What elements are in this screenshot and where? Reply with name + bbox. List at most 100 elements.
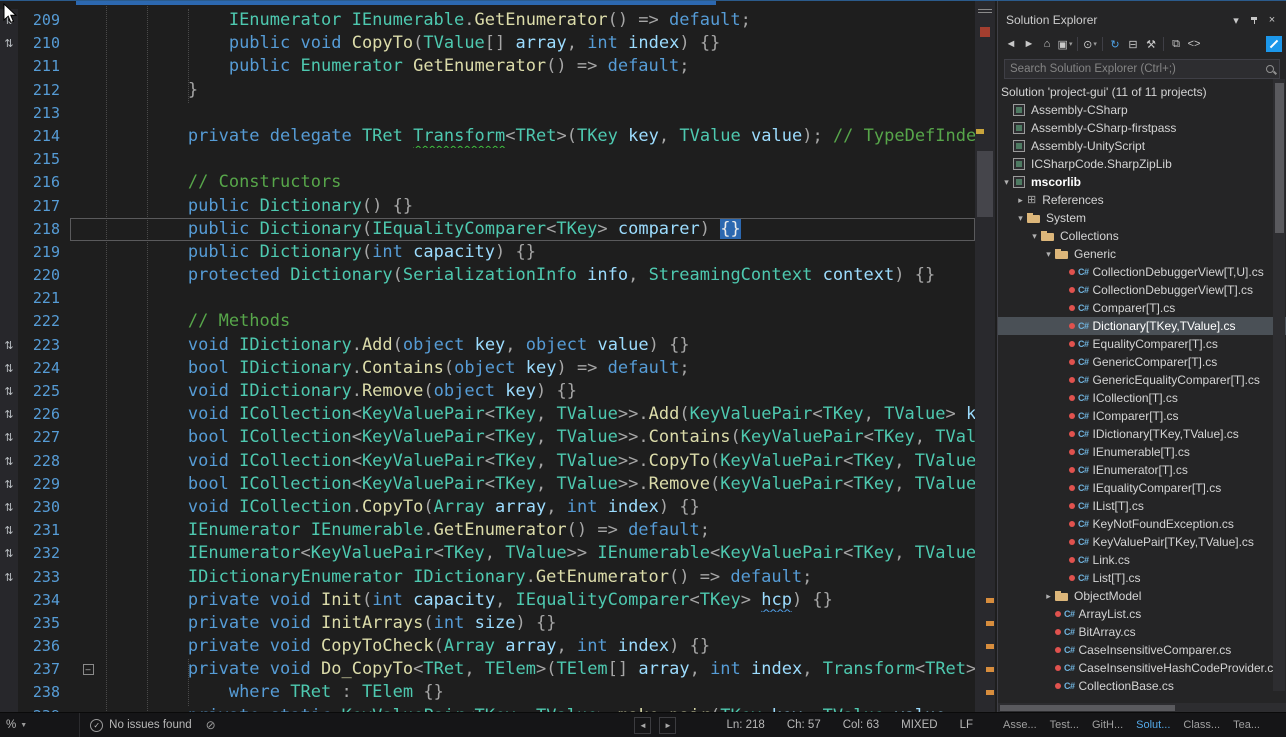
code-line[interactable]: ⇅233 IDictionaryEnumerator IDictionary.G… <box>0 566 997 589</box>
code-line[interactable]: ⇅228 void ICollection<KeyValuePair<TKey,… <box>0 450 997 473</box>
breakpoint-margin[interactable] <box>0 264 18 287</box>
implementation-marker-icon[interactable]: ⇅ <box>0 334 18 357</box>
line-number[interactable]: 222 <box>18 310 70 333</box>
code-line[interactable]: 236 private void CopyToCheck(Array array… <box>0 635 997 658</box>
line-number[interactable]: 232 <box>18 542 70 565</box>
properties-button[interactable]: ⚒ <box>1142 35 1160 53</box>
code-line[interactable]: ⇅230 void ICollection.CopyTo(Array array… <box>0 496 997 519</box>
tree-item[interactable]: C#GenericComparer[T].cs <box>998 353 1286 371</box>
tree-item[interactable]: C#IEnumerable[T].cs <box>998 443 1286 461</box>
navigate-forward-button[interactable]: ► <box>659 717 676 734</box>
panel-tab-gith[interactable]: GitH... <box>1092 719 1123 731</box>
tree-item[interactable]: C#KeyValuePair[TKey,TValue].cs <box>998 533 1286 551</box>
view-code-button[interactable]: <> <box>1185 35 1203 53</box>
code-line[interactable]: ⇅227 bool ICollection<KeyValuePair<TKey,… <box>0 426 997 449</box>
code-line[interactable]: ⇅224 bool IDictionary.Contains(object ke… <box>0 357 997 380</box>
sync-with-active-document-button[interactable]: ▣▾ <box>1056 35 1074 53</box>
tree-vertical-scrollbar-thumb[interactable] <box>1275 83 1284 233</box>
column-indicator[interactable]: Col: 63 <box>843 719 879 731</box>
folding-margin[interactable] <box>70 612 106 635</box>
collapse-all-button[interactable]: ⊟ <box>1124 35 1142 53</box>
line-indicator[interactable]: Ln: 218 <box>726 719 764 731</box>
line-number[interactable]: 238 <box>18 681 70 704</box>
search-input[interactable] <box>1010 63 1266 75</box>
folding-margin[interactable] <box>70 426 106 449</box>
forward-button[interactable]: ► <box>1020 35 1038 53</box>
line-number[interactable]: 215 <box>18 148 70 171</box>
folding-margin[interactable] <box>70 473 106 496</box>
code-line[interactable]: 214 private delegate TRet Transform<TRet… <box>0 125 997 148</box>
tree-item[interactable]: C#GenericEqualityComparer[T].cs <box>998 371 1286 389</box>
editor-scrollbar-thumb[interactable] <box>977 151 993 217</box>
code-line[interactable]: ⇅223 void IDictionary.Add(object key, ob… <box>0 334 997 357</box>
line-number[interactable]: 217 <box>18 195 70 218</box>
tree-item[interactable]: ▸⊞References <box>998 191 1286 209</box>
folding-margin[interactable] <box>70 102 106 125</box>
folding-margin[interactable] <box>70 9 106 32</box>
tree-item[interactable]: C#CollectionBase.cs <box>998 677 1286 695</box>
folding-margin[interactable] <box>70 148 106 171</box>
implementation-marker-icon[interactable]: ⇅ <box>0 380 18 403</box>
breakpoint-margin[interactable] <box>0 218 18 241</box>
folding-margin[interactable] <box>70 32 106 55</box>
char-indicator[interactable]: Ch: 57 <box>787 719 821 731</box>
close-icon[interactable]: × <box>1264 12 1280 28</box>
implementation-marker-icon[interactable]: ⇅ <box>0 542 18 565</box>
line-number[interactable]: 228 <box>18 450 70 473</box>
tree-item[interactable]: ▾Collections <box>998 227 1286 245</box>
expander-icon[interactable]: ▸ <box>1042 591 1055 602</box>
line-number[interactable]: 233 <box>18 566 70 589</box>
line-number[interactable]: 225 <box>18 380 70 403</box>
implementation-marker-icon[interactable]: ⇅ <box>0 450 18 473</box>
code-editor[interactable]: ⇅209 IEnumerator IEnumerable.GetEnumerat… <box>0 1 997 712</box>
line-number[interactable]: 235 <box>18 612 70 635</box>
tree-item[interactable]: C#CollectionDebuggerView[T,U].cs <box>998 263 1286 281</box>
line-number[interactable]: 223 <box>18 334 70 357</box>
line-number[interactable]: 227 <box>18 426 70 449</box>
breakpoint-margin[interactable] <box>0 148 18 171</box>
code-line[interactable]: 218 public Dictionary(IEqualityComparer<… <box>0 218 997 241</box>
code-line[interactable]: 219 public Dictionary(int capacity) {} <box>0 241 997 264</box>
code-line[interactable]: 220 protected Dictionary(SerializationIn… <box>0 264 997 287</box>
code-line[interactable]: 215 <box>0 148 997 171</box>
tree-item[interactable]: Assembly-UnityScript <box>998 137 1286 155</box>
navigate-back-button[interactable]: ◄ <box>634 717 651 734</box>
folding-margin[interactable] <box>70 589 106 612</box>
expander-icon[interactable]: ▾ <box>1028 231 1041 242</box>
tree-item[interactable]: C#IEnumerator[T].cs <box>998 461 1286 479</box>
tree-vertical-scrollbar[interactable] <box>1273 79 1285 691</box>
breakpoint-margin[interactable] <box>0 102 18 125</box>
code-line[interactable]: 234 private void Init(int capacity, IEqu… <box>0 589 997 612</box>
line-number[interactable]: 219 <box>18 241 70 264</box>
expander-icon[interactable]: ▾ <box>1042 249 1055 260</box>
breakpoint-margin[interactable] <box>0 310 18 333</box>
breakpoint-margin[interactable] <box>0 55 18 78</box>
breakpoint-margin[interactable] <box>0 125 18 148</box>
home-button[interactable]: ⌂ <box>1038 35 1056 53</box>
tree-item[interactable]: C#KeyNotFoundException.cs <box>998 515 1286 533</box>
eol-indicator[interactable]: LF <box>960 719 973 731</box>
implementation-marker-icon[interactable]: ⇅ <box>0 519 18 542</box>
code-line[interactable]: 212 } <box>0 79 997 102</box>
line-number[interactable]: 231 <box>18 519 70 542</box>
tree-item[interactable]: ICSharpCode.SharpZipLib <box>998 155 1286 173</box>
breakpoint-margin[interactable] <box>0 612 18 635</box>
tree-item[interactable]: C#IComparer[T].cs <box>998 407 1286 425</box>
line-number[interactable]: 220 <box>18 264 70 287</box>
line-number[interactable]: 230 <box>18 496 70 519</box>
code-line[interactable]: ⇅225 void IDictionary.Remove(object key)… <box>0 380 997 403</box>
code-line[interactable]: 217 public Dictionary() {} <box>0 195 997 218</box>
panel-tab-tea[interactable]: Tea... <box>1233 719 1260 731</box>
preview-selected-items-button[interactable]: ⧉ <box>1167 35 1185 53</box>
tree-item[interactable]: C#IEqualityComparer[T].cs <box>998 479 1286 497</box>
line-number[interactable]: 236 <box>18 635 70 658</box>
issues-status[interactable]: No issues found <box>109 719 191 731</box>
folding-margin[interactable] <box>70 566 106 589</box>
folding-margin[interactable] <box>70 125 106 148</box>
breakpoint-margin[interactable] <box>0 195 18 218</box>
breakpoint-margin[interactable] <box>0 635 18 658</box>
code-line[interactable]: ⇅210 public void CopyTo(TValue[] array, … <box>0 32 997 55</box>
folding-margin[interactable] <box>70 310 106 333</box>
line-number[interactable]: 212 <box>18 79 70 102</box>
pin-icon[interactable] <box>1246 12 1262 28</box>
